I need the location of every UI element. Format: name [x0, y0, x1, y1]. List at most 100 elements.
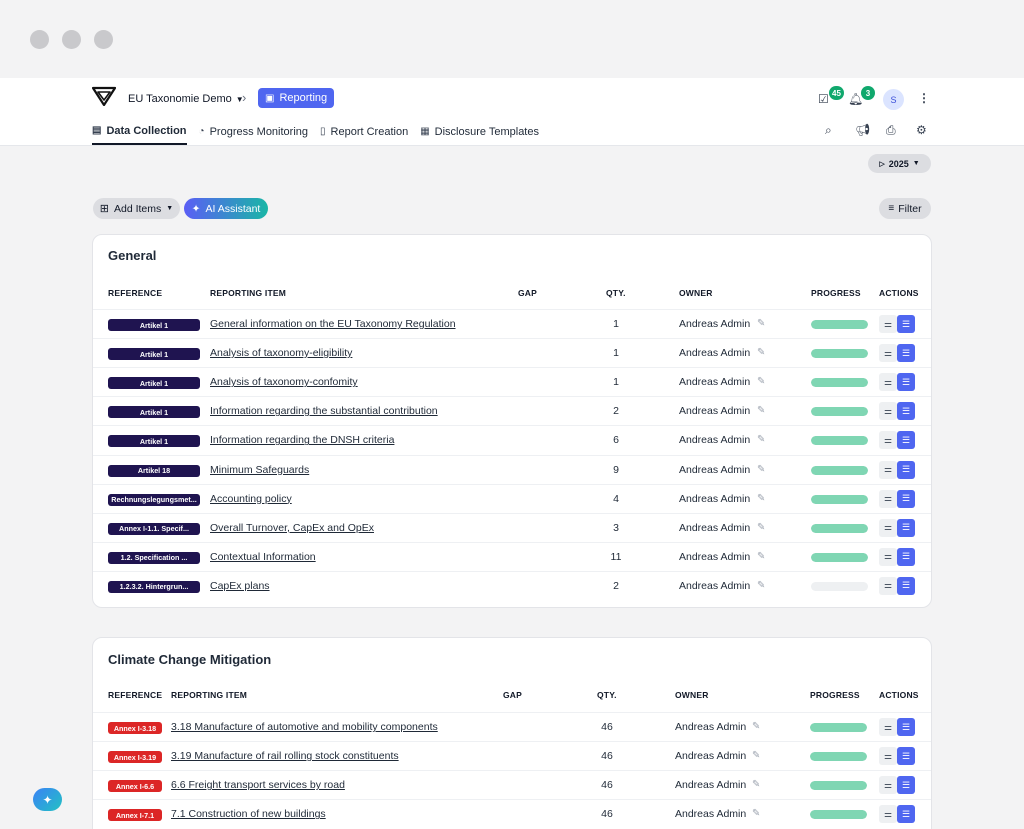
column-header-progress[interactable]: PROGRESS [811, 288, 861, 298]
column-header-owner[interactable]: OWNER [679, 288, 713, 298]
list-details-icon[interactable]: ☰ [897, 402, 915, 421]
settings-sliders-icon[interactable]: ⚌ [879, 373, 897, 392]
reporting-item-link[interactable]: Information regarding the substantial co… [210, 405, 438, 417]
reporting-item-link[interactable]: Information regarding the DNSH criteria [210, 434, 394, 446]
settings-sliders-icon[interactable]: ⚌ [879, 805, 897, 824]
reporting-item-link[interactable]: Analysis of taxonomy-eligibility [210, 347, 352, 359]
reporting-item-link[interactable]: CapEx plans [210, 580, 270, 592]
edit-owner-pencil-icon[interactable]: ✎ [757, 522, 765, 533]
list-details-icon[interactable]: ☰ [897, 489, 915, 508]
tab-report-creation[interactable]: ▯ Report Creation [320, 118, 408, 145]
edit-owner-pencil-icon[interactable]: ✎ [752, 721, 760, 732]
table-row[interactable]: Artikel 1 Analysis of taxonomy-confomity 1… [93, 367, 931, 396]
edit-owner-pencil-icon[interactable]: ✎ [757, 493, 765, 504]
search-icon[interactable]: ⌕ [825, 123, 832, 138]
reporting-item-link[interactable]: Analysis of taxonomy-confomity [210, 376, 358, 388]
table-row[interactable]: 1.2.3.2. Hintergrun... CapEx plans 2 Andrea… [93, 570, 931, 600]
list-details-icon[interactable]: ☰ [897, 344, 915, 363]
column-header-progress[interactable]: PROGRESS [810, 690, 860, 700]
list-details-icon[interactable]: ☰ [897, 547, 915, 566]
reporting-item-link[interactable]: Contextual Information [210, 551, 316, 563]
column-header-reporting-item[interactable]: REPORTING ITEM [171, 690, 247, 700]
table-row[interactable]: Artikel 1 Analysis of taxonomy-eligibilit… [93, 338, 931, 367]
table-row[interactable]: Artikel 18 Minimum Safeguards 9 Andreas Adm… [93, 454, 931, 484]
ai-fab-sparkle-icon[interactable]: ✦ [33, 788, 62, 811]
column-header-reference[interactable]: REFERENCE [108, 288, 162, 298]
edit-owner-pencil-icon[interactable]: ✎ [757, 318, 765, 329]
list-details-icon[interactable]: ☰ [897, 718, 915, 736]
table-row[interactable]: Annex I-6.6 6.6 Freight transport service… [93, 770, 931, 799]
reporting-item-link[interactable]: 7.1 Construction of new buildings [171, 808, 326, 820]
reporting-item-link[interactable]: Overall Turnover, CapEx and OpEx [210, 522, 374, 534]
table-row[interactable]: Annex I-3.18 3.18 Manufacture of automoti… [93, 712, 931, 741]
table-row[interactable]: Annex I-3.19 3.19 Manufacture of rail rol… [93, 741, 931, 770]
table-row[interactable]: Annex I-7.1 7.1 Construction of new build… [93, 799, 931, 828]
tasks-icon[interactable]: ☑ [818, 92, 829, 106]
tab-progress-monitoring[interactable]: ◔ Progress Monitoring [199, 118, 308, 145]
more-vertical-icon[interactable]: ⋮ [918, 91, 930, 105]
settings-sliders-icon[interactable]: ⚌ [879, 518, 897, 537]
edit-owner-pencil-icon[interactable]: ✎ [757, 434, 765, 445]
column-header-gap[interactable]: GAP [518, 288, 537, 298]
edit-owner-pencil-icon[interactable]: ✎ [757, 376, 765, 387]
edit-owner-pencil-icon[interactable]: ✎ [757, 551, 765, 562]
settings-sliders-icon[interactable]: ⚌ [879, 315, 897, 333]
table-row[interactable]: Artikel 1 General information on the EU T… [93, 309, 931, 338]
list-details-icon[interactable]: ☰ [897, 747, 915, 766]
add-items-button[interactable]: ⊞ Add Items ▼ [93, 198, 180, 219]
list-details-icon[interactable]: ☰ [897, 460, 915, 479]
reporting-item-link[interactable]: Accounting policy [210, 493, 292, 505]
year-selector[interactable]: ▷ 2025 ▼ [868, 154, 931, 173]
tab-data-collection[interactable]: ▤ Data Collection [92, 118, 187, 145]
window-maximize-dot[interactable] [94, 30, 113, 49]
edit-owner-pencil-icon[interactable]: ✎ [752, 808, 760, 819]
column-header-qty[interactable]: QTY. [606, 288, 626, 298]
gear-icon[interactable]: ⚙ [916, 123, 927, 137]
settings-sliders-icon[interactable]: ⚌ [879, 402, 897, 421]
avatar[interactable]: S [883, 89, 904, 110]
settings-sliders-icon[interactable]: ⚌ [879, 547, 897, 566]
reporting-item-link[interactable]: Minimum Safeguards [210, 464, 309, 476]
list-details-icon[interactable]: ☰ [897, 373, 915, 392]
column-header-actions[interactable]: ACTIONS [879, 690, 919, 700]
settings-sliders-icon[interactable]: ⚌ [879, 747, 897, 766]
column-header-owner[interactable]: OWNER [675, 690, 709, 700]
reporting-item-link[interactable]: 3.18 Manufacture of automotive and mobil… [171, 721, 438, 733]
list-details-icon[interactable]: ☰ [897, 518, 915, 537]
column-header-qty[interactable]: QTY. [597, 690, 617, 700]
edit-owner-pencil-icon[interactable]: ✎ [752, 750, 760, 761]
table-row[interactable]: 1.2. Specification ... Contextual Informa… [93, 541, 931, 571]
column-header-actions[interactable]: ACTIONS [879, 288, 919, 298]
window-minimize-dot[interactable] [62, 30, 81, 49]
settings-sliders-icon[interactable]: ⚌ [879, 431, 897, 450]
settings-sliders-icon[interactable]: ⚌ [879, 460, 897, 479]
table-row[interactable]: Rechnungslegungsmet... Accounting policy 4… [93, 483, 931, 513]
module-pill[interactable]: ▣ Reporting [258, 88, 335, 108]
tab-disclosure-templates[interactable]: ▦ Disclosure Templates [420, 118, 539, 145]
app-logo-icon[interactable] [92, 86, 116, 106]
ai-assistant-button[interactable]: ✦ AI Assistant [184, 198, 268, 219]
settings-sliders-icon[interactable]: ⚌ [879, 718, 897, 736]
list-details-icon[interactable]: ☰ [897, 576, 915, 595]
table-row[interactable]: Artikel 1 Information regarding the subst… [93, 396, 931, 425]
megaphone-icon[interactable]: 📢︎ [855, 123, 870, 137]
column-header-reporting-item[interactable]: REPORTING ITEM [210, 288, 286, 298]
workspace-selector[interactable]: EU Taxonomie Demo ▼ [128, 93, 244, 105]
settings-sliders-icon[interactable]: ⚌ [879, 576, 897, 595]
list-details-icon[interactable]: ☰ [897, 776, 915, 795]
reporting-item-link[interactable]: 3.19 Manufacture of rail rolling stock c… [171, 750, 399, 762]
settings-sliders-icon[interactable]: ⚌ [879, 776, 897, 795]
window-close-dot[interactable] [30, 30, 49, 49]
edit-owner-pencil-icon[interactable]: ✎ [757, 464, 765, 475]
column-header-reference[interactable]: REFERENCE [108, 690, 162, 700]
reporting-item-link[interactable]: 6.6 Freight transport services by road [171, 779, 345, 791]
edit-owner-pencil-icon[interactable]: ✎ [752, 779, 760, 790]
reporting-item-link[interactable]: General information on the EU Taxonomy R… [210, 318, 456, 330]
file-upload-icon[interactable]: ⎙ [886, 123, 896, 138]
settings-sliders-icon[interactable]: ⚌ [879, 489, 897, 508]
edit-owner-pencil-icon[interactable]: ✎ [757, 405, 765, 416]
filter-button[interactable]: ≡ Filter [879, 198, 931, 219]
edit-owner-pencil-icon[interactable]: ✎ [757, 580, 765, 591]
settings-sliders-icon[interactable]: ⚌ [879, 344, 897, 363]
table-row[interactable]: Annex I-1.1. Specif... Overall Turnover, … [93, 512, 931, 542]
